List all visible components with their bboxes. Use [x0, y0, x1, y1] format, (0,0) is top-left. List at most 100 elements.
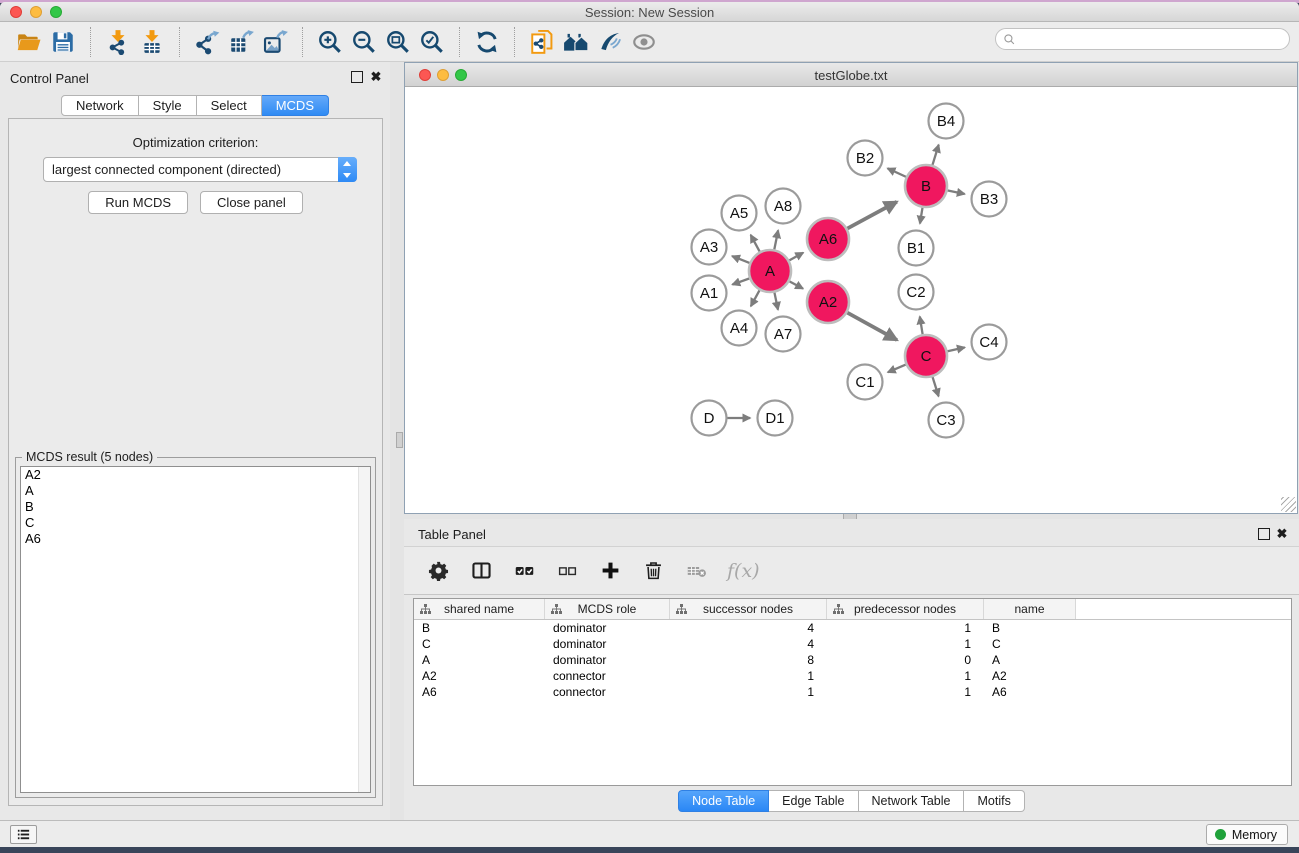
graph-edge-A-A1[interactable] — [732, 278, 750, 284]
cell-successor_nodes[interactable]: 8 — [670, 652, 827, 668]
graph-node-A1[interactable]: A1 — [692, 276, 727, 311]
graph-edge-A-A7[interactable] — [774, 292, 778, 310]
graph-node-C4[interactable]: C4 — [972, 325, 1007, 360]
graph-edge-A-A3[interactable] — [732, 256, 750, 263]
close-panel-button[interactable]: Close panel — [200, 191, 303, 214]
tab-select[interactable]: Select — [197, 95, 262, 116]
cell-name[interactable]: A2 — [984, 668, 1076, 684]
mcds-result-item[interactable]: A — [21, 483, 370, 499]
close-panel-icon[interactable]: ✖ — [370, 71, 382, 83]
graph-edge-A-A8[interactable] — [774, 230, 778, 250]
graph-node-A[interactable]: A — [749, 250, 791, 292]
graph-node-D1[interactable]: D1 — [758, 401, 793, 436]
cell-successor_nodes[interactable]: 4 — [670, 636, 827, 652]
cell-shared_name[interactable]: B — [414, 620, 545, 636]
zoom-out-icon[interactable] — [347, 26, 381, 58]
mcds-result-item[interactable]: B — [21, 499, 370, 515]
graph-edge-A6-B[interactable] — [846, 202, 896, 229]
graph-node-A5[interactable]: A5 — [722, 196, 757, 231]
gear-icon[interactable] — [426, 559, 450, 583]
mcds-result-list[interactable]: A2ABCA6 — [20, 466, 371, 793]
cell-mcds_role[interactable]: connector — [545, 684, 670, 700]
graph-edge-C-C3[interactable] — [932, 376, 938, 396]
column-header-name[interactable]: name — [984, 599, 1076, 619]
mcds-list-scrollbar[interactable] — [358, 467, 370, 792]
graph-edge-C-C4[interactable] — [946, 347, 964, 351]
table-row[interactable]: Bdominator41B — [414, 620, 1291, 636]
mcds-result-item[interactable]: A2 — [21, 467, 370, 483]
cell-predecessor_nodes[interactable]: 0 — [827, 652, 984, 668]
graph-node-A7[interactable]: A7 — [766, 317, 801, 352]
columns-icon[interactable] — [469, 559, 493, 583]
graph-node-B2[interactable]: B2 — [848, 141, 883, 176]
table-float-panel-icon[interactable] — [1258, 528, 1270, 540]
graph-edge-A-A5[interactable] — [751, 235, 760, 253]
table-row[interactable]: Cdominator41C — [414, 636, 1291, 652]
cell-successor_nodes[interactable]: 1 — [670, 668, 827, 684]
column-header-predecessor-nodes[interactable]: predecessor nodes — [827, 599, 984, 619]
graph-node-C[interactable]: C — [905, 335, 947, 377]
network-canvas[interactable]: B4B2BB3A8A5A6B1A3AC2A1A2A4A7C4CC1C3DD1 — [405, 88, 1297, 513]
cell-successor_nodes[interactable]: 1 — [670, 684, 827, 700]
tab-network[interactable]: Network — [61, 95, 139, 116]
tab-motifs[interactable]: Motifs — [964, 790, 1024, 812]
cell-name[interactable]: A — [984, 652, 1076, 668]
graph-edge-A-A4[interactable] — [751, 289, 760, 306]
first-neighbors-icon[interactable] — [559, 26, 593, 58]
graph-node-B[interactable]: B — [905, 165, 947, 207]
tab-network-table[interactable]: Network Table — [859, 790, 965, 812]
graph-edge-B-B1[interactable] — [920, 207, 923, 224]
new-network-from-file-icon[interactable] — [525, 26, 559, 58]
graph-node-C1[interactable]: C1 — [848, 365, 883, 400]
hide-graphics-details-icon[interactable] — [593, 26, 627, 58]
mcds-result-item[interactable]: C — [21, 515, 370, 531]
cell-mcds_role[interactable]: dominator — [545, 652, 670, 668]
export-image-icon[interactable] — [258, 26, 292, 58]
cell-predecessor_nodes[interactable]: 1 — [827, 684, 984, 700]
cell-predecessor_nodes[interactable]: 1 — [827, 668, 984, 684]
table-row[interactable]: A2connector11A2 — [414, 668, 1291, 684]
tab-mcds[interactable]: MCDS — [262, 95, 329, 116]
search-box[interactable] — [995, 28, 1290, 50]
task-history-button[interactable] — [10, 825, 37, 844]
export-network-icon[interactable] — [190, 26, 224, 58]
run-mcds-button[interactable]: Run MCDS — [88, 191, 188, 214]
graph-edge-B-B4[interactable] — [932, 145, 939, 166]
graph-edge-A-A2[interactable] — [789, 281, 803, 289]
graph-node-C3[interactable]: C3 — [929, 403, 964, 438]
import-network-icon[interactable] — [101, 26, 135, 58]
graph-node-C2[interactable]: C2 — [899, 275, 934, 310]
zoom-fit-icon[interactable] — [381, 26, 415, 58]
cell-shared_name[interactable]: A2 — [414, 668, 545, 684]
graph-node-A2[interactable]: A2 — [807, 281, 849, 323]
graph-node-D[interactable]: D — [692, 401, 727, 436]
graph-node-A4[interactable]: A4 — [722, 311, 757, 346]
cell-mcds_role[interactable]: connector — [545, 668, 670, 684]
cell-name[interactable]: B — [984, 620, 1076, 636]
table-row[interactable]: A6connector11A6 — [414, 684, 1291, 700]
save-session-icon[interactable] — [46, 26, 80, 58]
float-panel-icon[interactable] — [351, 71, 363, 83]
cell-shared_name[interactable]: A — [414, 652, 545, 668]
tab-node-table[interactable]: Node Table — [678, 790, 769, 812]
graph-edge-B-B3[interactable] — [947, 190, 965, 194]
table-row[interactable]: Adominator80A — [414, 652, 1291, 668]
graph-edge-C-C1[interactable] — [888, 364, 907, 372]
import-table-icon[interactable] — [135, 26, 169, 58]
zoom-selected-icon[interactable] — [415, 26, 449, 58]
table-close-panel-icon[interactable]: ✖ — [1276, 528, 1288, 540]
cell-predecessor_nodes[interactable]: 1 — [827, 620, 984, 636]
open-file-icon[interactable] — [12, 26, 46, 58]
graph-node-B4[interactable]: B4 — [929, 104, 964, 139]
cell-name[interactable]: C — [984, 636, 1076, 652]
search-input[interactable] — [1016, 30, 1289, 48]
cell-shared_name[interactable]: C — [414, 636, 545, 652]
show-graphics-details-icon[interactable] — [627, 26, 661, 58]
export-table-icon[interactable] — [224, 26, 258, 58]
cell-successor_nodes[interactable]: 4 — [670, 620, 827, 636]
column-header-successor-nodes[interactable]: successor nodes — [670, 599, 827, 619]
tab-edge-table[interactable]: Edge Table — [769, 790, 858, 812]
cell-predecessor_nodes[interactable]: 1 — [827, 636, 984, 652]
graph-edge-A2-C[interactable] — [846, 312, 897, 340]
graph-node-A8[interactable]: A8 — [766, 189, 801, 224]
